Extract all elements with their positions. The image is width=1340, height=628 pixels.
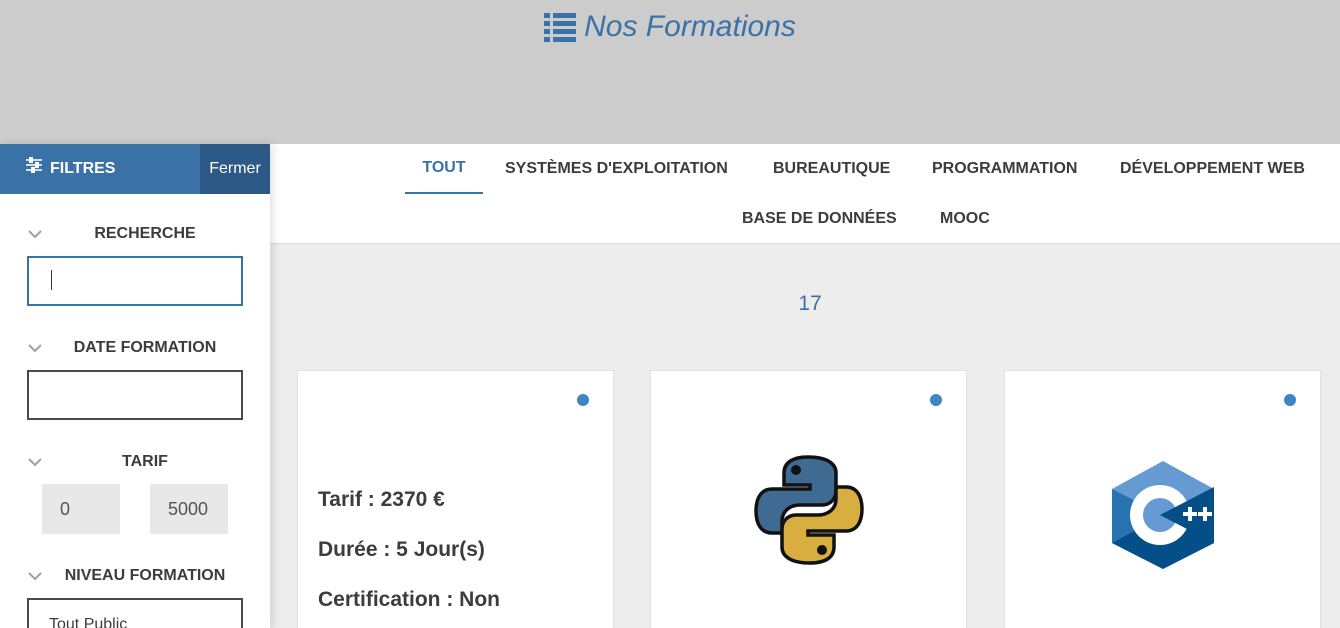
course-card[interactable]: [650, 370, 967, 628]
status-dot: [930, 394, 942, 406]
niveau-select-value: Tout Public: [49, 616, 128, 628]
section-recherche[interactable]: RECHERCHE: [0, 219, 270, 249]
list-icon: [544, 12, 577, 42]
course-card[interactable]: [1004, 370, 1321, 628]
cpp-logo-icon: [1110, 459, 1216, 576]
section-tarif[interactable]: TARIF: [0, 447, 270, 477]
section-label-niveau: NIVEAU FORMATION: [64, 567, 226, 584]
card-tarif: Tarif : 2370 €: [318, 488, 445, 511]
section-label-date: DATE FORMATION: [73, 339, 217, 356]
section-label-tarif: TARIF: [122, 453, 168, 470]
card-duree: Durée : 5 Jour(s): [318, 538, 485, 561]
filters-title: FILTRES: [26, 144, 115, 194]
card-certification: Certification : Non: [318, 588, 500, 611]
tab-tout[interactable]: TOUT: [405, 144, 483, 194]
search-input[interactable]: [27, 256, 243, 306]
niveau-select[interactable]: Tout Public: [27, 598, 243, 628]
status-dot: [1284, 394, 1296, 406]
tab-developpement-web[interactable]: DÉVELOPPEMENT WEB: [1120, 144, 1305, 194]
section-label-recherche: RECHERCHE: [94, 225, 196, 242]
section-date-formation[interactable]: DATE FORMATION: [0, 333, 270, 363]
tab-systemes-exploitation[interactable]: SYSTÈMES D'EXPLOITATION: [505, 144, 728, 194]
filters-sidebar: FILTRES Fermer RECHERCHE DATE FORMATION …: [0, 144, 270, 628]
page-title-text: Nos Formations: [584, 10, 796, 43]
tarif-max-input[interactable]: 5000: [150, 484, 228, 534]
filters-title-text: FILTRES: [50, 160, 116, 177]
python-logo-icon: [753, 455, 864, 570]
tab-mooc[interactable]: MOOC: [940, 194, 990, 244]
course-card[interactable]: Tarif : 2370 € Durée : 5 Jour(s) Certifi…: [297, 370, 614, 628]
tarif-min-input[interactable]: 0: [42, 484, 120, 534]
tab-programmation[interactable]: PROGRAMMATION: [932, 144, 1077, 194]
category-tabs: TOUT SYSTÈMES D'EXPLOITATION BUREAUTIQUE…: [270, 144, 1340, 244]
date-field[interactable]: [27, 370, 243, 420]
filters-header: FILTRES Fermer: [0, 144, 270, 194]
close-filters-button[interactable]: Fermer: [200, 144, 270, 194]
status-dot: [577, 394, 589, 406]
section-niveau-formation[interactable]: NIVEAU FORMATION: [0, 561, 270, 591]
text-caret: [51, 270, 52, 290]
tab-bureautique[interactable]: BUREAUTIQUE: [773, 144, 890, 194]
page-title: Nos Formations: [0, 10, 1340, 44]
tab-base-de-donnees[interactable]: BASE DE DONNÉES: [742, 194, 897, 244]
sliders-icon: [26, 144, 42, 194]
results-count: 17: [798, 292, 822, 315]
